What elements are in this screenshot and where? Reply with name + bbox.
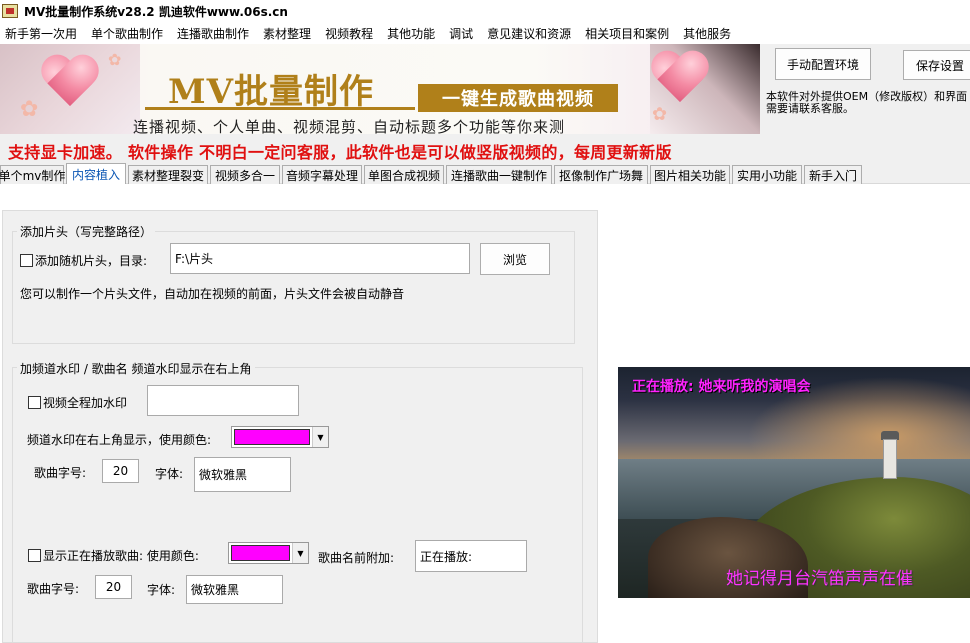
song-size-label: 歌曲字号: — [34, 466, 87, 480]
chevron-down-icon[interactable]: ▼ — [312, 427, 328, 447]
preview-now-playing: 正在播放: 她来听我的演唱会 — [632, 379, 811, 395]
save-settings-button[interactable]: 保存设置 — [903, 50, 970, 80]
app-window: MV批量制作系统v28.2 凯迪软件www.06s.cn 新手第一次用 单个歌曲… — [0, 0, 970, 643]
menu-item-single-song[interactable]: 单个歌曲制作 — [84, 25, 170, 42]
menu-item-continuous-songs[interactable]: 连播歌曲制作 — [170, 25, 256, 42]
tab-utilities[interactable]: 实用小功能 — [732, 165, 802, 184]
banner-divider — [145, 107, 415, 110]
tab-single-image-video[interactable]: 单图合成视频 — [364, 165, 444, 184]
star-icon: ✿ — [20, 97, 39, 122]
font-label-2: 字体: — [147, 583, 176, 597]
now-playing-label: 显示正在播放歌曲: 使用颜色: — [43, 549, 199, 563]
color-swatch — [231, 545, 290, 561]
corner-color-label: 频道水印在右上角显示，使用颜色: — [27, 433, 212, 447]
intro-group-title: 添加片头（写完整路径） — [17, 223, 156, 240]
star-icon: ✿ — [108, 50, 122, 69]
menu-item-new-user[interactable]: 新手第一次用 — [0, 25, 84, 42]
tab-beginner[interactable]: 新手入门 — [804, 165, 862, 184]
song-size-label-2: 歌曲字号: — [27, 582, 80, 596]
tab-image-functions[interactable]: 图片相关功能 — [650, 165, 730, 184]
heart-icon — [40, 56, 100, 111]
prefix-label: 歌曲名前附加: — [318, 551, 395, 565]
song-size-input-2[interactable]: 20 — [95, 575, 132, 599]
font-label: 字体: — [155, 467, 184, 481]
song-size-input[interactable]: 20 — [102, 459, 139, 483]
window-title: MV批量制作系统v28.2 凯迪软件www.06s.cn — [24, 4, 288, 19]
heart-icon — [650, 52, 710, 107]
menu-item-other-services[interactable]: 其他服务 — [676, 25, 738, 42]
font-input[interactable]: 微软雅黑 — [194, 457, 291, 492]
watermark-group-title: 加频道水印 / 歌曲名 频道水印显示在右上角 — [17, 360, 255, 377]
now-playing-color-select[interactable]: ▼ — [228, 542, 309, 564]
tab-single-mv[interactable]: 单个mv制作 — [0, 165, 65, 184]
oem-note: 本软件对外提供OEM（修改版权）和界面 需要请联系客服。 — [766, 91, 970, 115]
checkbox-box[interactable] — [28, 549, 41, 562]
tab-keying-dance[interactable]: 抠像制作广场舞 — [554, 165, 648, 184]
chevron-down-icon[interactable]: ▼ — [292, 543, 308, 563]
video-preview: 正在播放: 她来听我的演唱会 她记得月台汽笛声声在催 — [618, 367, 970, 598]
menu-item-projects[interactable]: 相关项目和案例 — [578, 25, 676, 42]
tab-material-fission[interactable]: 素材整理裂变 — [128, 165, 208, 184]
tab-audio-subtitle[interactable]: 音频字幕处理 — [282, 165, 362, 184]
full-watermark-label: 视频全程加水印 — [43, 396, 128, 410]
tab-strip: 单个mv制作 内容植入 素材整理裂变 视频多合一 音频字幕处理 单图合成视频 连… — [0, 163, 970, 185]
promo-text: 支持显卡加速。 软件操作 不明白一定问客服，此软件也是可以做竖版视频的，每周更新… — [8, 143, 672, 162]
font-input-2[interactable]: 微软雅黑 — [186, 575, 283, 604]
now-playing-checkbox[interactable]: 显示正在播放歌曲: 使用颜色: — [28, 547, 199, 564]
random-intro-checkbox[interactable]: 添加随机片头，目录: — [20, 252, 147, 269]
banner-title: MV批量制作 — [168, 72, 375, 112]
checkbox-box[interactable] — [20, 254, 33, 267]
tab-video-merge[interactable]: 视频多合一 — [210, 165, 280, 184]
watermark-text-input[interactable] — [147, 385, 299, 416]
intro-dir-input[interactable]: F:\片头 — [170, 243, 470, 274]
banner: ✿ ✿ ✿ MV批量制作 一键生成歌曲视频 连播视频、个人单曲、视频混剪、自动标… — [0, 44, 760, 134]
full-watermark-checkbox[interactable]: 视频全程加水印 — [28, 394, 127, 411]
menu-item-feedback[interactable]: 意见建议和资源 — [480, 25, 578, 42]
corner-color-select[interactable]: ▼ — [231, 426, 329, 448]
banner-subtitle: 一键生成歌曲视频 — [418, 84, 618, 112]
tab-content-insert[interactable]: 内容植入 — [66, 163, 126, 185]
banner-tagline: 连播视频、个人单曲、视频混剪、自动标题多个功能等你来测 — [133, 118, 566, 134]
menu-item-video-tutorials[interactable]: 视频教程 — [318, 25, 380, 42]
menu-item-materials[interactable]: 素材整理 — [256, 25, 318, 42]
title-bar: MV批量制作系统v28.2 凯迪软件www.06s.cn — [0, 0, 970, 22]
checkbox-box[interactable] — [28, 396, 41, 409]
browse-button[interactable]: 浏览 — [480, 243, 550, 275]
menu-item-other-functions[interactable]: 其他功能 — [380, 25, 442, 42]
color-swatch — [234, 429, 310, 445]
oem-note-line: 需要请联系客服。 — [766, 102, 854, 115]
star-icon: ✿ — [652, 104, 668, 125]
menu-bar: 新手第一次用 单个歌曲制作 连播歌曲制作 素材整理 视频教程 其他功能 调试 意… — [0, 22, 970, 44]
lighthouse — [883, 439, 897, 479]
random-intro-label: 添加随机片头，目录: — [35, 254, 148, 268]
intro-hint: 您可以制作一个片头文件，自动加在视频的前面，片头文件会被自动静音 — [20, 287, 405, 301]
preview-lyric: 她记得月台汽笛声声在催 — [726, 569, 913, 589]
app-icon — [2, 4, 18, 18]
menu-item-debug[interactable]: 调试 — [442, 25, 480, 42]
tab-continuous-oneclick[interactable]: 连播歌曲一键制作 — [446, 165, 552, 184]
prefix-input[interactable]: 正在播放: — [415, 540, 527, 572]
manual-config-button[interactable]: 手动配置环境 — [775, 48, 871, 80]
